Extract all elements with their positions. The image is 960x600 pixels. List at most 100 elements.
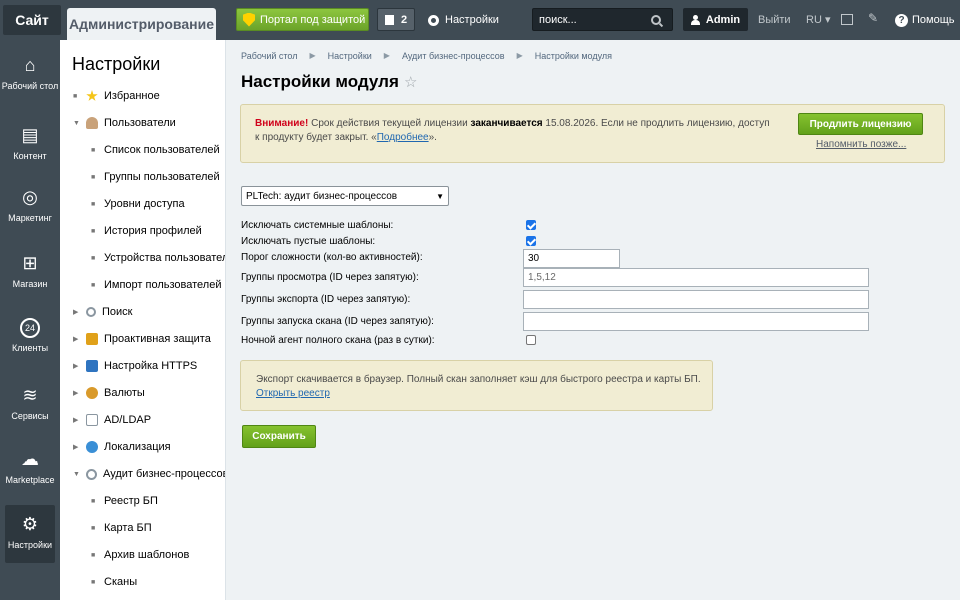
sidebar-item-scans[interactable]: ■ Сканы: [91, 573, 137, 591]
export-groups-label: Группы экспорта (ID через запятую):: [241, 294, 411, 305]
sidebar-item-template-archive[interactable]: ■ Архив шаблонов: [91, 546, 189, 564]
sidebar-item-label: Импорт пользователей: [104, 279, 222, 291]
sidebar-item-access-levels[interactable]: ■ Уровни доступа: [91, 195, 185, 213]
keyboard-icon[interactable]: [841, 14, 853, 25]
sidebar-item-ldap[interactable]: ▶ AD/LDAP: [73, 411, 151, 429]
sidebar-title: Настройки: [72, 54, 161, 74]
exclude-system-checkbox[interactable]: [526, 220, 536, 230]
sidebar-item-label: История профилей: [104, 225, 202, 237]
rail-item-marketing[interactable]: ◎ Маркетинг: [0, 186, 60, 223]
sidebar-item-user-groups[interactable]: ■ Группы пользователей: [91, 168, 220, 186]
threshold-input[interactable]: 30: [523, 249, 620, 268]
bullet-icon: ■: [91, 497, 96, 505]
language-label: RU: [806, 14, 822, 26]
notice-bold: заканчивается: [470, 118, 543, 129]
info-message: Экспорт скачивается в браузер. Полный ск…: [256, 374, 701, 385]
sidebar-item-favorites[interactable]: ■ Избранное: [73, 87, 160, 105]
logout-link[interactable]: Выйти: [758, 0, 791, 40]
save-button[interactable]: Сохранить: [242, 425, 316, 448]
sidebar-item-bp-registry[interactable]: ■ Реестр БП: [91, 492, 158, 510]
rail-item-clients[interactable]: 24 Клиенты: [0, 318, 60, 353]
sidebar-item-users[interactable]: ▼ Пользователи: [73, 114, 176, 132]
bullet-icon: ■: [91, 524, 96, 532]
chevron-down-icon: ▼: [73, 470, 80, 478]
rail-label: Контент: [13, 151, 47, 161]
portal-protected-label: Портал под защитой: [260, 13, 366, 26]
language-selector[interactable]: RU ▾: [806, 0, 830, 40]
breadcrumb-item[interactable]: Аудит бизнес-процессов: [402, 51, 505, 61]
search-input[interactable]: [539, 13, 651, 26]
sidebar-item-label: Список пользователей: [104, 144, 220, 156]
admin-tab[interactable]: Администрирование: [67, 8, 216, 40]
bullet-icon: ■: [91, 254, 96, 262]
site-tab[interactable]: Сайт: [3, 5, 61, 35]
sidebar-item-search[interactable]: ▶ Поиск: [73, 303, 132, 321]
sidebar-item-label: Избранное: [104, 90, 160, 102]
rail-item-content[interactable]: ▤ Контент: [0, 124, 60, 161]
rail-item-marketplace[interactable]: ☁ Marketplace: [0, 448, 60, 485]
sidebar-item-label: Проактивная защита: [104, 333, 211, 345]
document-icon: ▤: [21, 125, 39, 145]
module-select-value: PLTech: аудит бизнес-процессов: [246, 190, 398, 202]
flag-icon: [384, 14, 394, 25]
breadcrumb: Рабочий стол ▶ Настройки ▶ Аудит бизнес-…: [241, 51, 612, 61]
lock-icon: [86, 333, 98, 345]
sidebar-item-label: Уровни доступа: [104, 198, 185, 210]
scan-groups-input[interactable]: [523, 312, 869, 331]
night-agent-label: Ночной агент полного скана (раз в сутки)…: [241, 335, 435, 346]
breadcrumb-item[interactable]: Настройки: [328, 51, 372, 61]
sidebar-item-https[interactable]: ▶ Настройка HTTPS: [73, 357, 197, 375]
sidebar-item-user-list[interactable]: ■ Список пользователей: [91, 141, 220, 159]
module-select[interactable]: PLTech: аудит бизнес-процессов ▼: [241, 186, 449, 206]
open-registry-link[interactable]: Открыть реестр: [256, 388, 330, 399]
notice-more-link[interactable]: Подробнее: [377, 132, 429, 143]
user-menu-button[interactable]: Admin: [683, 8, 748, 31]
remind-later-link[interactable]: Напомнить позже...: [816, 139, 906, 150]
night-agent-checkbox[interactable]: [526, 335, 536, 345]
rail-item-shop[interactable]: ⊞ Магазин: [0, 252, 60, 289]
notice-text-part: ».: [428, 132, 437, 143]
breadcrumb-item[interactable]: Рабочий стол: [241, 51, 298, 61]
exclude-system-label: Исключать системные шаблоны:: [241, 220, 394, 231]
sidebar-item-user-devices[interactable]: ■ Устройства пользователей: [91, 249, 225, 267]
renew-license-button[interactable]: Продлить лицензию: [798, 113, 923, 135]
rail-item-settings[interactable]: ⚙ Настройки: [5, 505, 55, 563]
view-groups-label: Группы просмотра (ID через запятую):: [241, 272, 419, 283]
sidebar-item-bp-map[interactable]: ■ Карта БП: [91, 519, 152, 537]
breadcrumb-item-current[interactable]: Настройки модуля: [535, 51, 612, 61]
sidebar-item-profile-history[interactable]: ■ История профилей: [91, 222, 202, 240]
home-icon: ⌂: [24, 55, 36, 75]
sidebar-item-proactive[interactable]: ▶ Проактивная защита: [73, 330, 211, 348]
help-link[interactable]: ? Помощь: [895, 0, 955, 40]
gear-icon: [428, 14, 439, 26]
sidebar-item-label: AD/LDAP: [104, 414, 152, 426]
target-icon: ◎: [22, 187, 38, 207]
exclude-empty-checkbox[interactable]: [526, 236, 536, 246]
help-icon: ?: [895, 13, 908, 27]
sidebar-item-bp-audit[interactable]: ▼ Аудит бизнес-процессов: [73, 465, 225, 483]
bullet-icon: ■: [91, 200, 96, 208]
view-groups-input[interactable]: 1,5,12: [523, 268, 869, 287]
chevron-down-icon: ▼: [73, 119, 80, 127]
gear-icon: [86, 468, 97, 480]
portal-protected-button[interactable]: Портал под защитой: [236, 8, 369, 31]
export-groups-input[interactable]: [523, 290, 869, 309]
star-icon: [86, 90, 98, 101]
rail-label: Клиенты: [11, 343, 49, 353]
favorite-star-icon[interactable]: ☆: [404, 73, 417, 91]
rail-item-services[interactable]: ≋ Сервисы: [0, 384, 60, 421]
search-icon[interactable]: [651, 14, 661, 25]
sidebar-item-localization[interactable]: ▶ Локализация: [73, 438, 171, 456]
rail-item-desktop[interactable]: ⌂ Рабочий стол: [0, 54, 60, 91]
chevron-right-icon: ▶: [309, 51, 316, 60]
scan-groups-label: Группы запуска скана (ID через запятую):: [241, 316, 434, 327]
sidebar-item-user-import[interactable]: ■ Импорт пользователей: [91, 276, 221, 294]
sidebar-item-label: Группы пользователей: [104, 171, 220, 183]
pin-icon[interactable]: ✎: [868, 12, 878, 24]
sidebar-item-currencies[interactable]: ▶ Валюты: [73, 384, 145, 402]
settings-link[interactable]: Настройки: [428, 0, 499, 40]
bullet-icon: ■: [91, 173, 96, 181]
notifications-button[interactable]: 2: [377, 8, 415, 31]
user-icon: [86, 117, 98, 129]
bullet-icon: ■: [73, 92, 78, 100]
